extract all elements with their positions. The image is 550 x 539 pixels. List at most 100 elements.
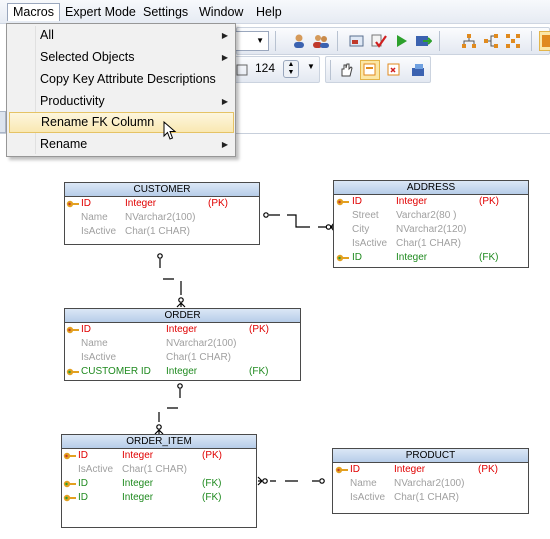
- attribute-name: ID: [78, 478, 88, 489]
- attribute-row[interactable]: ID Integer (PK): [65, 197, 259, 211]
- attribute-row[interactable]: IsActive Char(1 CHAR): [65, 225, 259, 239]
- attribute-name: Name: [81, 212, 108, 223]
- submenu-arrow-icon: ▶: [221, 53, 228, 62]
- entity-customer[interactable]: CUSTOMER ID Integer (PK) Name NVarchar2(…: [64, 182, 260, 245]
- attribute-type: NVarchar2(120): [396, 224, 467, 235]
- key-tag: (PK): [208, 198, 228, 209]
- attribute-type: Char(1 CHAR): [396, 238, 462, 249]
- foreign-key-icon: [336, 254, 349, 262]
- attribute-row[interactable]: IsActive Char(1 CHAR): [333, 491, 528, 505]
- attribute-type: Char(1 CHAR): [125, 226, 191, 237]
- primary-key-icon: [63, 452, 76, 460]
- attribute-type: Integer: [396, 252, 428, 263]
- menu-item-copy-key-attribute-descriptions[interactable]: Copy Key Attribute Descriptions: [9, 69, 234, 90]
- attribute-row[interactable]: IsActive Char(1 CHAR): [334, 237, 528, 251]
- attribute-type: NVarchar2(100): [394, 478, 465, 489]
- attribute-name: ID: [350, 464, 360, 475]
- attribute-name: Name: [81, 338, 108, 349]
- entity-rows: ID Integer (PK) Name NVarchar2(100) IsAc…: [65, 323, 300, 379]
- attribute-name: City: [352, 224, 370, 235]
- key-tag: (FK): [202, 492, 222, 503]
- attribute-row[interactable]: ID Integer (FK): [62, 477, 256, 491]
- attribute-name: IsActive: [78, 464, 114, 475]
- attribute-name: ID: [352, 196, 362, 207]
- key-tag: (FK): [479, 252, 499, 263]
- key-tag: (FK): [202, 478, 222, 489]
- menu-item-rename-fk-column[interactable]: Rename FK Column: [9, 112, 234, 133]
- attribute-row[interactable]: Name NVarchar2(100): [333, 477, 528, 491]
- menu-item-label: Selected Objects: [40, 50, 135, 64]
- attribute-row[interactable]: City NVarchar2(120): [334, 223, 528, 237]
- attribute-type: Integer: [122, 492, 154, 503]
- entity-order[interactable]: ORDER ID Integer (PK) Name NVarchar2(100…: [64, 308, 301, 381]
- entity-title: PRODUCT: [333, 449, 528, 463]
- entity-title: ORDER: [65, 309, 300, 323]
- relationship-customer-address: [263, 212, 335, 232]
- entity-address[interactable]: ADDRESS ID Integer (PK) Street Varchar2(…: [333, 180, 529, 268]
- attribute-row[interactable]: Name NVarchar2(100): [65, 337, 300, 351]
- attribute-name: IsActive: [350, 492, 386, 503]
- attribute-row[interactable]: Name NVarchar2(100): [65, 211, 259, 225]
- attribute-name: ID: [78, 450, 88, 461]
- foreign-key-icon: [63, 494, 76, 502]
- menu-item-selected-objects[interactable]: Selected Objects ▶: [9, 47, 234, 68]
- attribute-type: NVarchar2(100): [125, 212, 196, 223]
- attribute-name: Name: [350, 478, 377, 489]
- attribute-type: Char(1 CHAR): [166, 352, 232, 363]
- primary-key-icon: [66, 326, 79, 334]
- attribute-name: IsActive: [81, 226, 117, 237]
- attribute-row[interactable]: ID Integer (PK): [333, 463, 528, 477]
- entity-rows: ID Integer (PK) Street Varchar2(80 ) Cit…: [334, 195, 528, 265]
- entity-rows: ID Integer (PK) Name NVarchar2(100) IsAc…: [333, 463, 528, 505]
- entity-title: CUSTOMER: [65, 183, 259, 197]
- entity-title: ADDRESS: [334, 181, 528, 195]
- primary-key-icon: [66, 200, 79, 208]
- menu-item-label: Rename: [40, 137, 88, 151]
- attribute-row[interactable]: ID Integer (PK): [65, 323, 300, 337]
- attribute-row[interactable]: IsActive Char(1 CHAR): [65, 351, 300, 365]
- attribute-row[interactable]: ID Integer (FK): [62, 491, 256, 505]
- attribute-name: ID: [81, 324, 91, 335]
- foreign-key-icon: [63, 480, 76, 488]
- attribute-type: Char(1 CHAR): [394, 492, 460, 503]
- attribute-type: Integer: [122, 478, 154, 489]
- menu-item-rename[interactable]: Rename ▶: [9, 134, 234, 155]
- attribute-name: ID: [352, 252, 362, 263]
- menu-item-label: All: [40, 28, 54, 42]
- foreign-key-icon: [66, 368, 79, 376]
- attribute-name: CUSTOMER ID: [81, 366, 151, 377]
- attribute-type: Varchar2(80 ): [396, 210, 457, 221]
- attribute-type: Char(1 CHAR): [122, 464, 188, 475]
- attribute-row[interactable]: ID Integer (PK): [62, 449, 256, 463]
- relationship-order-order-item: [154, 383, 183, 435]
- menu-item-label: Copy Key Attribute Descriptions: [40, 72, 216, 86]
- attribute-type: Integer: [125, 198, 157, 209]
- entity-product[interactable]: PRODUCT ID Integer (PK) Name NVarchar2(1…: [332, 448, 529, 514]
- primary-key-icon: [336, 198, 349, 206]
- entity-order-item[interactable]: ORDER_ITEM ID Integer (PK) IsActive Char…: [61, 434, 257, 528]
- macros-dropdown: All ▶ Selected Objects ▶ Copy Key Attrib…: [6, 23, 236, 157]
- attribute-type: Integer: [394, 464, 426, 475]
- attribute-type: Integer: [122, 450, 154, 461]
- attribute-row[interactable]: ID Integer (PK): [334, 195, 528, 209]
- attribute-row[interactable]: IsActive Char(1 CHAR): [62, 463, 256, 477]
- attribute-type: NVarchar2(100): [166, 338, 237, 349]
- attribute-type: Integer: [396, 196, 428, 207]
- entity-title: ORDER_ITEM: [62, 435, 256, 449]
- attribute-type: Integer: [166, 366, 198, 377]
- entity-rows: ID Integer (PK) Name NVarchar2(100) IsAc…: [65, 197, 259, 239]
- menu-item-productivity[interactable]: Productivity ▶: [9, 91, 234, 112]
- attribute-row[interactable]: CUSTOMER ID Integer (FK): [65, 365, 300, 379]
- attribute-row[interactable]: ID Integer (FK): [334, 251, 528, 265]
- relationship-product-order-item: [257, 476, 325, 486]
- attribute-row[interactable]: Street Varchar2(80 ): [334, 209, 528, 223]
- key-tag: (PK): [479, 196, 499, 207]
- relationship-customer-order: [157, 253, 186, 308]
- menu-item-all[interactable]: All ▶: [9, 25, 234, 46]
- entity-rows: ID Integer (PK) IsActive Char(1 CHAR) ID…: [62, 449, 256, 505]
- key-tag: (PK): [478, 464, 498, 475]
- attribute-name: Street: [352, 210, 379, 221]
- mouse-pointer-icon: [163, 121, 177, 140]
- attribute-name: IsActive: [81, 352, 117, 363]
- key-tag: (FK): [249, 366, 269, 377]
